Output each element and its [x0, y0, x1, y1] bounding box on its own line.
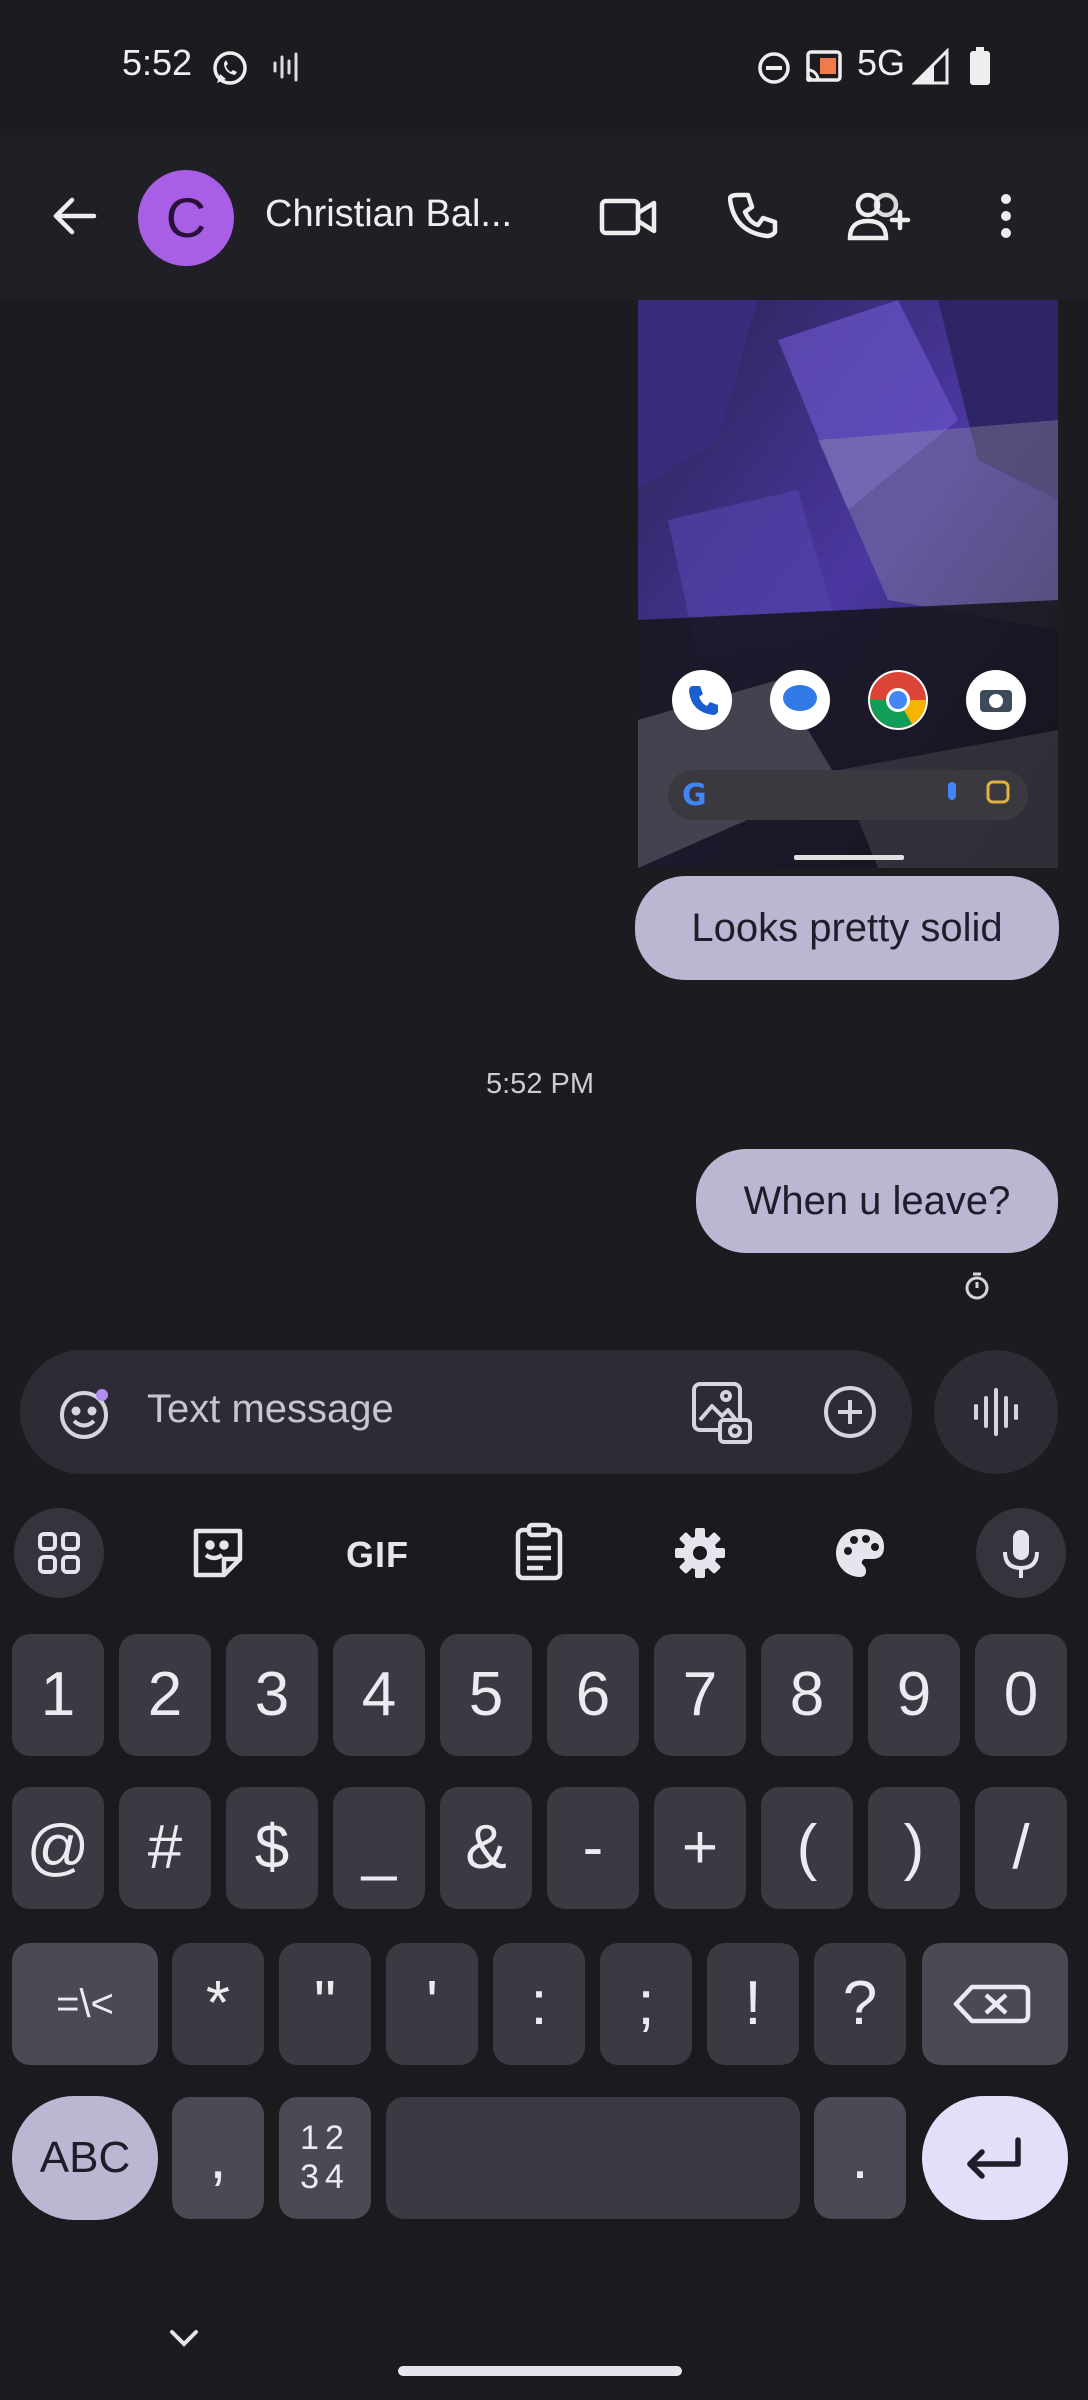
gif-button[interactable]: GIF: [346, 1534, 409, 1576]
message-input[interactable]: Text message: [147, 1387, 394, 1432]
cast-icon: [804, 48, 844, 86]
clipboard-icon[interactable]: [512, 1522, 566, 1582]
hide-keyboard-chevron-icon[interactable]: [166, 2326, 202, 2350]
settings-gear-icon[interactable]: [672, 1525, 728, 1581]
gesture-navigation-bar[interactable]: [398, 2366, 682, 2376]
key-num-6[interactable]: 7: [654, 1634, 746, 1756]
image-attachment[interactable]: G: [638, 300, 1058, 868]
audio-waveform-icon: [270, 50, 304, 84]
add-attachment-icon[interactable]: [822, 1384, 878, 1440]
key-num-0[interactable]: 1: [12, 1634, 104, 1756]
whatsapp-icon: [210, 48, 250, 88]
back-arrow-icon[interactable]: [48, 190, 100, 242]
key-num-3[interactable]: 4: [333, 1634, 425, 1756]
contact-avatar[interactable]: C: [138, 170, 234, 266]
key-sym-8[interactable]: ): [868, 1787, 960, 1909]
do-not-disturb-icon: [756, 50, 792, 86]
message-timestamp: 5:52 PM: [486, 1068, 594, 1100]
numpad-label-bottom: 34: [300, 2158, 350, 2196]
enter-key[interactable]: [922, 2096, 1068, 2220]
key-num-7[interactable]: 8: [761, 1634, 853, 1756]
space-key[interactable]: [386, 2097, 800, 2219]
message-bubble[interactable]: When u leave?: [696, 1149, 1058, 1253]
add-person-icon[interactable]: [846, 190, 912, 242]
key-num-4[interactable]: 5: [440, 1634, 532, 1756]
key-sym-7[interactable]: (: [761, 1787, 853, 1909]
key-num-2[interactable]: 3: [226, 1634, 318, 1756]
key-num-5[interactable]: 6: [547, 1634, 639, 1756]
key-num-9[interactable]: 0: [975, 1634, 1067, 1756]
sticker-icon[interactable]: [190, 1525, 246, 1581]
signal-icon: [912, 48, 950, 86]
key-num-8[interactable]: 9: [868, 1634, 960, 1756]
more-options-icon[interactable]: [994, 190, 1018, 242]
key-sym-0[interactable]: @: [12, 1787, 104, 1909]
phone-call-icon[interactable]: [728, 190, 780, 242]
apps-grid-button[interactable]: [14, 1508, 104, 1598]
key-num-1[interactable]: 2: [119, 1634, 211, 1756]
backspace-key[interactable]: [922, 1943, 1068, 2065]
key-numpad[interactable]: 12 34: [279, 2097, 371, 2219]
theme-palette-icon[interactable]: [832, 1525, 888, 1581]
key-period[interactable]: .: [814, 2097, 906, 2219]
key-abc[interactable]: ABC: [12, 2096, 158, 2220]
key-punct-5[interactable]: ;: [600, 1943, 692, 2065]
timer-icon: [962, 1271, 992, 1301]
key-sym-3[interactable]: _: [333, 1787, 425, 1909]
key-punct-6[interactable]: !: [707, 1943, 799, 2065]
key-more-symbols[interactable]: =\<: [12, 1943, 158, 2065]
key-punct-7[interactable]: ?: [814, 1943, 906, 2065]
key-sym-5[interactable]: -: [547, 1787, 639, 1909]
key-punct-3[interactable]: ': [386, 1943, 478, 2065]
battery-icon: [968, 46, 992, 86]
status-time: 5:52: [122, 42, 193, 83]
key-sym-1[interactable]: #: [119, 1787, 211, 1909]
key-sym-6[interactable]: +: [654, 1787, 746, 1909]
voice-waveform-icon: [968, 1384, 1024, 1440]
gallery-icon[interactable]: [690, 1380, 754, 1446]
key-sym-4[interactable]: &: [440, 1787, 532, 1909]
numpad-label-top: 12: [300, 2119, 350, 2157]
key-punct-4[interactable]: :: [493, 1943, 585, 2065]
network-type: 5G: [857, 42, 906, 83]
video-call-icon[interactable]: [598, 193, 658, 241]
key-sym-9[interactable]: /: [975, 1787, 1067, 1909]
emoji-icon[interactable]: [56, 1385, 112, 1441]
key-punct-2[interactable]: ": [279, 1943, 371, 2065]
key-punct-1[interactable]: *: [172, 1943, 264, 2065]
message-bubble[interactable]: Looks pretty solid: [635, 876, 1059, 980]
key-sym-2[interactable]: $: [226, 1787, 318, 1909]
voice-input-button[interactable]: [976, 1508, 1066, 1598]
contact-name[interactable]: Christian Bal...: [265, 193, 512, 236]
svg-text:G: G: [682, 778, 707, 813]
key-comma[interactable]: ,: [172, 2097, 264, 2219]
